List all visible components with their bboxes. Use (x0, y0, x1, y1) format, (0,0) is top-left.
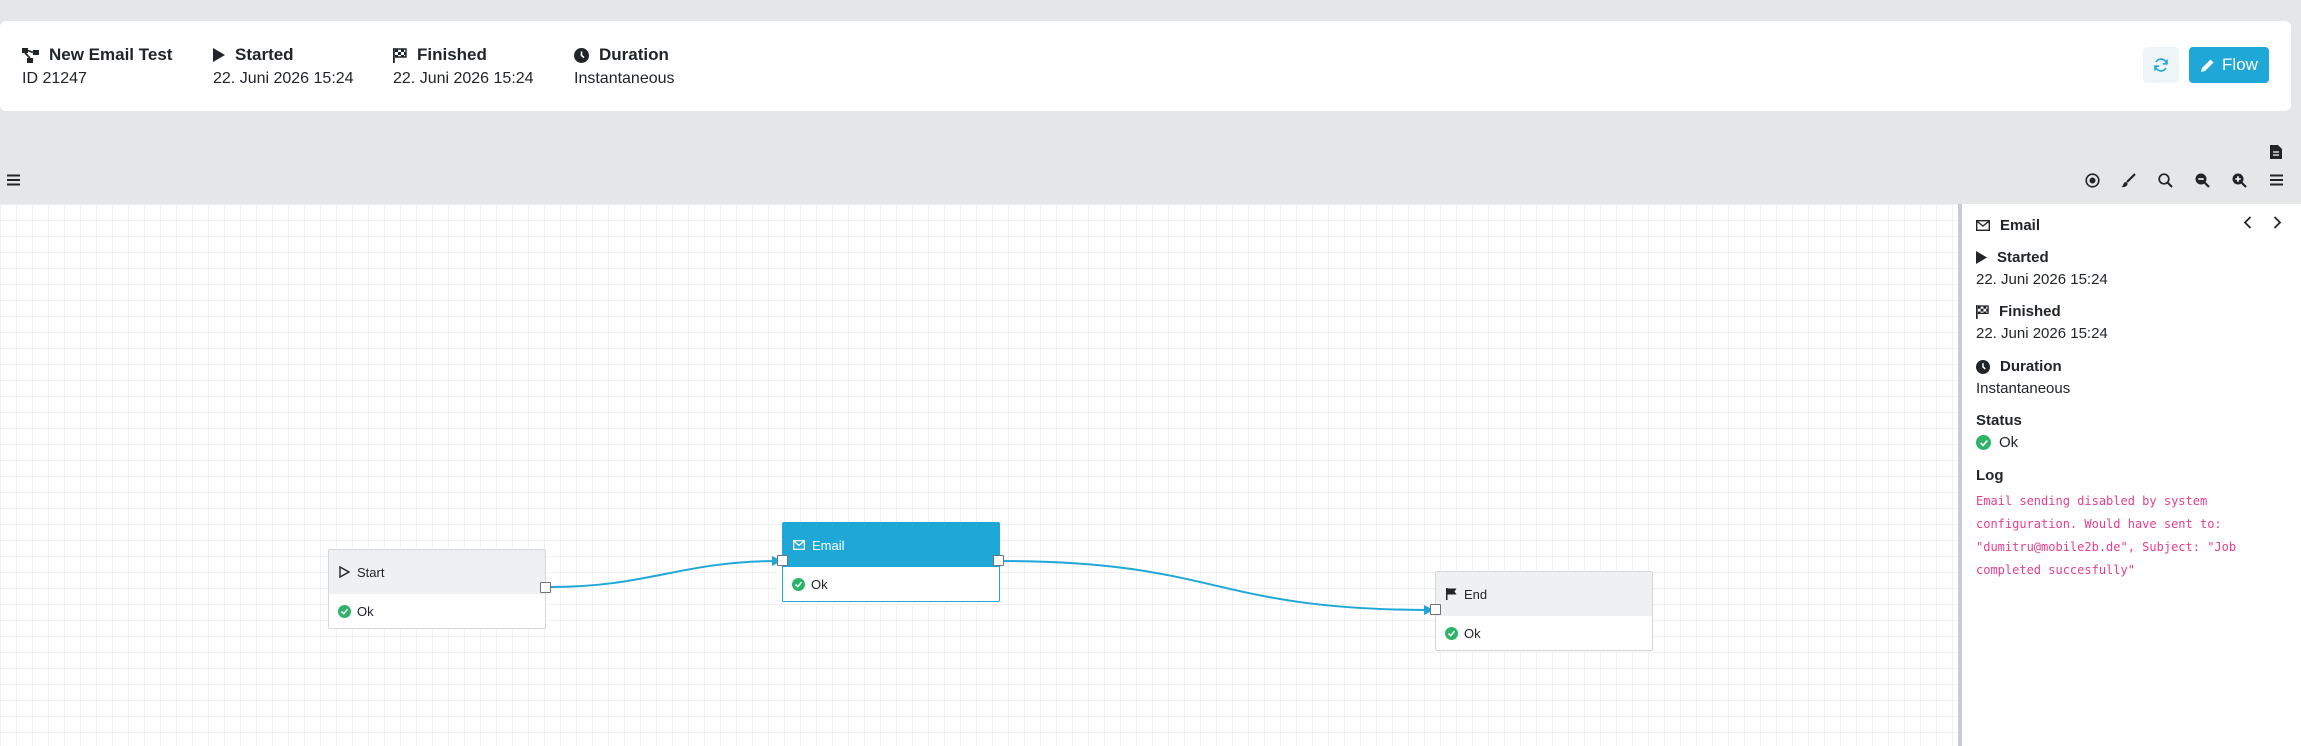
started-info: Started 22. Juni 2026 15:24 (213, 44, 354, 90)
panel-log-label: Log (1976, 467, 2004, 484)
flag-icon (1446, 588, 1457, 600)
node-details-panel: Email Started 22. Juni 2026 15:24 Finish… (1958, 204, 2301, 746)
node-start-output-port[interactable] (540, 582, 551, 593)
refresh-icon (2154, 58, 2168, 72)
clock-icon (574, 47, 589, 63)
check-circle-icon (792, 578, 805, 591)
job-header: New Email Test ID 21247 Started 22. Juni… (0, 21, 2291, 111)
started-label: Started (235, 45, 294, 64)
job-id: ID 21247 (22, 70, 87, 87)
log-line: configuration. Would have sent to: (1976, 517, 2222, 531)
connection-email-end (999, 560, 1434, 615)
refresh-button[interactable] (2143, 47, 2179, 83)
panel-duration-value: Instantaneous (1976, 380, 2071, 397)
flow-icon (22, 47, 39, 63)
play-icon (213, 48, 225, 62)
node-email-status: Ok (811, 577, 828, 592)
menu-toggle-icon[interactable] (3, 170, 23, 190)
panel-status-value: Ok (1976, 434, 2018, 451)
check-circle-icon (338, 605, 351, 618)
check-circle-icon (1445, 627, 1458, 640)
duration-info: Duration Instantaneous (574, 44, 675, 90)
panel-duration-label: Duration (2000, 358, 2062, 375)
envelope-icon (793, 540, 805, 550)
panel-started-label: Started (1997, 249, 2049, 266)
node-email[interactable]: Email Ok (782, 522, 1000, 602)
panel-finished-value: 22. Juni 2026 15:24 (1976, 325, 2108, 342)
flow-canvas[interactable]: Start Ok Email Ok End Ok (0, 204, 1958, 746)
started-value: 22. Juni 2026 15:24 (213, 70, 354, 87)
duration-value: Instantaneous (574, 70, 675, 87)
node-end[interactable]: End Ok (1435, 571, 1653, 651)
flow-button-label: Flow (2222, 55, 2258, 74)
node-start[interactable]: Start Ok (328, 549, 546, 629)
panel-finished-label: Finished (1999, 303, 2061, 320)
duration-label: Duration (599, 45, 669, 64)
play-icon (1976, 251, 1987, 264)
node-end-status: Ok (1464, 626, 1481, 641)
node-end-input-port[interactable] (1430, 604, 1441, 615)
log-line: completed succesfully" (1976, 563, 2135, 577)
brush-icon[interactable] (2118, 170, 2138, 190)
log-line: Email sending disabled by system (1976, 494, 2208, 508)
pencil-icon (2201, 59, 2214, 72)
target-icon[interactable] (2082, 170, 2102, 190)
node-start-status: Ok (357, 604, 374, 619)
panel-status: Status (1976, 412, 2022, 429)
panel-node-title: Email (1976, 217, 2040, 234)
node-end-title: End (1464, 586, 1488, 602)
job-info: New Email Test ID 21247 (22, 44, 172, 90)
search-icon[interactable] (2155, 170, 2175, 190)
panel-finished: Finished (1976, 303, 2061, 320)
panel-started-value: 22. Juni 2026 15:24 (1976, 271, 2108, 288)
flow-button[interactable]: Flow (2189, 47, 2269, 83)
log-line: "dumitru@mobile2b.de", Subject: "Job (1976, 540, 2237, 554)
panel-menu-icon[interactable] (2266, 170, 2286, 190)
node-start-title: Start (357, 564, 385, 580)
connection-start-email (549, 556, 782, 588)
zoom-in-icon[interactable] (2229, 170, 2249, 190)
envelope-icon (1976, 220, 1990, 231)
checkered-flag-icon (393, 47, 407, 63)
panel-status-text: Ok (1999, 434, 2019, 451)
node-email-title: Email (812, 537, 845, 553)
panel-node-title-text: Email (2000, 217, 2041, 234)
chevron-left-icon[interactable] (2237, 212, 2257, 232)
panel-log: Log (1976, 467, 2004, 484)
finished-info: Finished 22. Juni 2026 15:24 (393, 44, 534, 90)
finished-label: Finished (417, 45, 487, 64)
node-email-output-port[interactable] (993, 555, 1004, 566)
play-outline-icon (339, 566, 350, 578)
panel-log-text: Email sending disabled by system configu… (1976, 490, 2276, 582)
connections (549, 556, 1434, 615)
zoom-out-icon[interactable] (2192, 170, 2212, 190)
checkered-flag-icon (1976, 304, 1989, 319)
clock-icon (1976, 359, 1990, 374)
check-circle-icon (1976, 435, 1991, 450)
panel-started: Started (1976, 249, 2049, 266)
document-icon[interactable] (2266, 142, 2286, 162)
panel-duration: Duration (1976, 358, 2062, 375)
job-title: New Email Test (49, 45, 173, 64)
node-email-input-port[interactable] (777, 555, 788, 566)
panel-status-label: Status (1976, 412, 2022, 429)
chevron-right-icon[interactable] (2267, 212, 2287, 232)
finished-value: 22. Juni 2026 15:24 (393, 70, 534, 87)
